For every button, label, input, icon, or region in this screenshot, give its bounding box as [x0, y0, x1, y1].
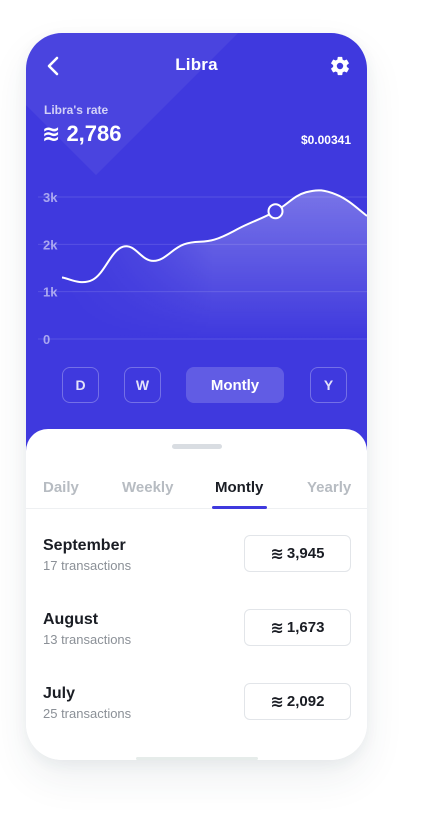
- row-transactions: 25 transactions: [43, 706, 132, 721]
- range-button-year[interactable]: Y: [310, 367, 347, 403]
- rate-header: Libra Libra's rate ≋ 2,786 $0.00341 3k 2k…: [26, 33, 367, 463]
- row-transactions: 17 transactions: [43, 558, 132, 573]
- highlight-point[interactable]: [267, 203, 284, 220]
- row-amount: 1,673: [286, 619, 325, 636]
- row-amount: 2,092: [286, 693, 325, 710]
- sheet-handle[interactable]: [172, 444, 222, 449]
- row-month: September: [43, 537, 126, 554]
- approx-icon: ≋: [270, 619, 284, 637]
- rate-label: Libra's rate: [44, 103, 109, 117]
- range-buttons: D W Montly Y: [26, 367, 367, 405]
- top-bar: Libra: [26, 33, 367, 99]
- tab-weekly[interactable]: Weekly: [122, 479, 173, 496]
- approx-icon: ≋: [270, 545, 284, 563]
- row-transactions: 13 transactions: [43, 632, 132, 647]
- settings-button[interactable]: [325, 51, 355, 81]
- range-button-month[interactable]: Montly: [186, 367, 284, 403]
- range-button-day[interactable]: D: [62, 367, 99, 403]
- row-amount-badge[interactable]: ≋ 1,673: [244, 609, 351, 646]
- list-item[interactable]: September 17 transactions ≋ 3,945: [26, 524, 367, 584]
- active-tab-indicator: [212, 506, 267, 509]
- y-tick-label: 1k: [43, 285, 58, 300]
- period-tabs: Daily Weekly Montly Yearly: [26, 469, 367, 509]
- row-amount: 3,945: [286, 545, 325, 562]
- range-button-week[interactable]: W: [124, 367, 161, 403]
- rate-price: $0.00341: [300, 133, 351, 147]
- rate-chart[interactable]: 3k 2k 1k 0: [26, 183, 367, 353]
- rate-value: ≋ 2,786: [42, 121, 122, 147]
- list-item[interactable]: July 25 transactions ≋ 2,092: [26, 672, 367, 732]
- home-indicator: [136, 757, 258, 760]
- gear-icon: [331, 56, 349, 76]
- approx-icon: ≋: [270, 693, 284, 711]
- tab-yearly[interactable]: Yearly: [307, 479, 351, 496]
- approx-icon: ≋: [42, 121, 61, 146]
- rate-amount: 2,786: [66, 121, 122, 146]
- row-month: August: [43, 611, 99, 628]
- row-amount-badge[interactable]: ≋ 2,092: [244, 683, 351, 720]
- chart-area: [62, 190, 367, 339]
- transactions-sheet: Daily Weekly Montly Yearly September 17 …: [26, 429, 367, 760]
- row-month: July: [43, 685, 76, 702]
- page-title: Libra: [175, 55, 218, 74]
- phone-screen: Libra Libra's rate ≋ 2,786 $0.00341 3k 2k…: [26, 33, 367, 760]
- y-tick-label: 0: [43, 332, 50, 347]
- row-amount-badge[interactable]: ≋ 3,945: [244, 535, 351, 572]
- y-tick-label: 2k: [43, 237, 58, 252]
- tab-daily[interactable]: Daily: [43, 479, 79, 496]
- list-item[interactable]: August 13 transactions ≋ 1,673: [26, 598, 367, 658]
- y-tick-label: 3k: [43, 190, 58, 205]
- tab-montly[interactable]: Montly: [215, 479, 263, 496]
